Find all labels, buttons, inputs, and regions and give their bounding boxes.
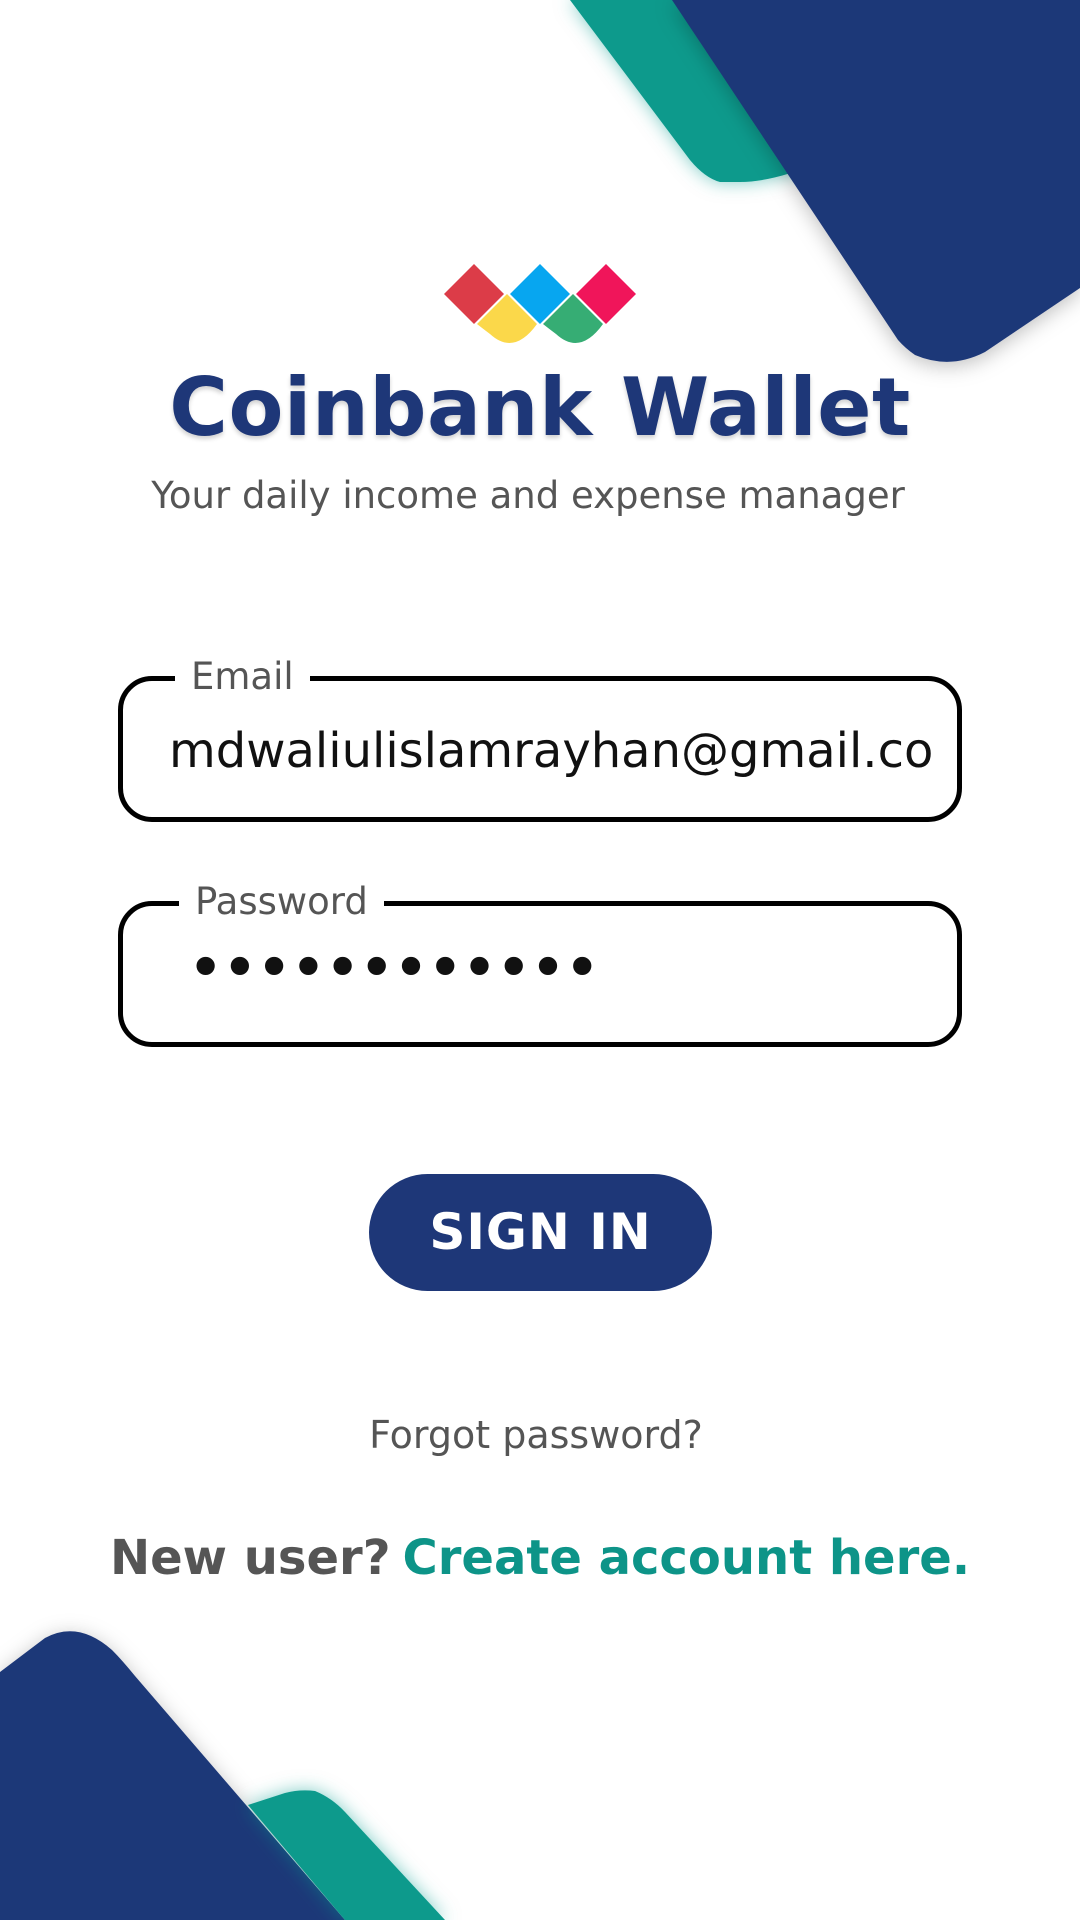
- forgot-password-link[interactable]: Forgot password?: [0, 1410, 1072, 1460]
- top-teal-shape: [570, 0, 1080, 182]
- email-input[interactable]: mdwaliulislamrayhan@gmail.com: [169, 723, 937, 779]
- new-user-text: New user?: [109, 1530, 391, 1586]
- password-input[interactable]: ••••••••••••: [189, 940, 937, 996]
- app-title: Coinbank Wallet: [169, 361, 911, 454]
- email-field[interactable]: Email mdwaliulislamrayhan@gmail.com: [118, 655, 962, 822]
- password-label: Password: [179, 880, 384, 924]
- password-field[interactable]: Password ••••••••••••: [118, 880, 962, 1047]
- top-navy-shape: [672, 0, 1080, 362]
- app-subtitle: Your daily income and expense manager: [151, 474, 905, 517]
- create-account-link[interactable]: Create account here.: [403, 1530, 971, 1586]
- signin-button[interactable]: SIGN IN: [369, 1174, 712, 1291]
- bottom-navy-shape: [0, 1631, 345, 1920]
- signup-row: New user? Create account here.: [0, 1528, 1080, 1588]
- bottom-teal-shape: [248, 1790, 445, 1920]
- coinbank-logo-icon: [444, 264, 636, 343]
- email-label: Email: [175, 655, 310, 699]
